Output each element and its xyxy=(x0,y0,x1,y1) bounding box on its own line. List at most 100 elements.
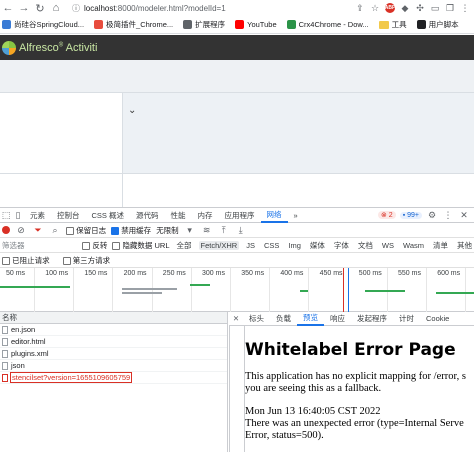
folder-icon xyxy=(378,20,389,29)
chevron-down-icon[interactable]: ⌄ xyxy=(128,105,136,116)
copy-icon[interactable]: ❐ xyxy=(445,3,455,13)
settings-gear-icon[interactable]: ⚙ xyxy=(426,210,438,221)
type-filter-other[interactable]: 其他 xyxy=(455,240,474,251)
type-filter-wasm[interactable]: Wasm xyxy=(401,241,426,250)
disable-cache-checkbox[interactable]: 禁用缓存 xyxy=(111,225,151,236)
request-row[interactable]: plugins.xml xyxy=(0,348,227,360)
type-filter-css[interactable]: CSS xyxy=(262,241,281,250)
timeline-tick-label: 450 ms xyxy=(319,270,343,277)
type-filter-fetch-xhr[interactable]: Fetch/XHR xyxy=(198,240,240,250)
bookmark-item[interactable]: YouTube xyxy=(235,20,277,29)
error-count-badge[interactable]: ⊗ 2 xyxy=(377,211,396,219)
third-party-checkbox[interactable]: 第三方请求 xyxy=(62,255,110,266)
back-icon[interactable]: ← xyxy=(0,0,16,16)
request-row[interactable]: json xyxy=(0,360,227,372)
address-bar[interactable]: ⓘ localhost :8000/modeler.html?modelId=1 xyxy=(72,1,322,15)
tab-headers[interactable]: 标头 xyxy=(243,312,270,326)
tab-console[interactable]: 控制台 xyxy=(51,208,86,223)
adblock-extension-icon[interactable]: ABP xyxy=(385,3,395,13)
tab-application[interactable]: 应用程序 xyxy=(219,208,261,223)
tab-performance[interactable]: 性能 xyxy=(165,208,192,223)
wifi-icon[interactable]: ≋ xyxy=(201,225,213,236)
request-row[interactable]: en.json xyxy=(0,324,227,336)
filter-input[interactable]: 筛选器 xyxy=(2,240,77,251)
preview-document: Whitelabel Error Page This application h… xyxy=(244,326,474,452)
tab-initiator[interactable]: 发起程序 xyxy=(351,312,393,326)
filter-icon[interactable]: ⏷ xyxy=(32,225,44,236)
network-timeline-overview[interactable]: 50 ms 100 ms 150 ms 200 ms 250 ms 300 ms 350 m… xyxy=(0,268,474,312)
tab-cookies[interactable]: Cookie xyxy=(420,312,455,326)
forward-icon[interactable]: → xyxy=(16,0,32,16)
chevron-down-icon[interactable]: ▾ xyxy=(184,225,196,236)
tab-payload[interactable]: 负载 xyxy=(270,312,297,326)
column-header-name[interactable]: 名称 xyxy=(0,312,227,324)
filter-bar: 筛选器 反转 隐藏数据 URL 全部 Fetch/XHR JS CSS Img … xyxy=(0,238,474,253)
type-filter-all[interactable]: 全部 xyxy=(175,240,194,251)
type-filter-media[interactable]: 媒体 xyxy=(308,240,327,251)
invert-checkbox[interactable]: 反转 xyxy=(82,240,107,251)
timeline-tick-label: 100 ms xyxy=(45,270,69,277)
type-filter-img[interactable]: Img xyxy=(286,241,303,250)
error-text-line: There was an unexpected error (type=Inte… xyxy=(245,418,464,429)
sidebar-icon[interactable]: ▭ xyxy=(430,3,440,13)
detail-tabbar: ✕ 标头 负载 预览 响应 发起程序 计时 Cookie xyxy=(229,312,474,326)
file-icon xyxy=(2,361,8,370)
bookmark-folder[interactable]: 工具 xyxy=(378,19,407,30)
upload-icon[interactable]: ⤒ xyxy=(218,225,230,236)
puzzle-icon[interactable]: ✣ xyxy=(415,3,425,13)
bookmark-item[interactable]: 尚硅谷SpringCloud... xyxy=(2,19,84,30)
request-row-error[interactable]: stencilset?version=1655109605759 xyxy=(0,372,227,384)
bookmark-item[interactable]: 极简插件_Chrome... xyxy=(94,19,173,30)
reload-icon[interactable]: ↻ xyxy=(32,0,48,16)
blocked-requests-checkbox[interactable]: 已阻止请求 xyxy=(2,255,50,266)
tab-css-overview[interactable]: CSS 概述 xyxy=(86,208,131,223)
extension-icon[interactable]: ◆ xyxy=(400,3,410,13)
timeline-tick-label: 500 ms xyxy=(358,270,382,277)
clear-icon[interactable]: ⊘ xyxy=(15,225,27,236)
inspect-icon[interactable]: ⬚ xyxy=(0,210,12,221)
bookmark-favicon-icon xyxy=(94,20,104,29)
devtools-panel: ⬚ ▯ 元素 控制台 CSS 概述 源代码 性能 内存 应用程序 网络 » ⊗ … xyxy=(0,207,474,466)
preserve-log-checkbox[interactable]: 保留日志 xyxy=(66,225,106,236)
bookmark-item[interactable]: 扩展程序 xyxy=(183,19,225,30)
search-icon[interactable]: ⌕ xyxy=(49,225,61,236)
timeline-tick-label: 600 ms xyxy=(437,270,461,277)
lock-icon: ⓘ xyxy=(72,3,80,13)
close-icon[interactable]: ✕ xyxy=(458,210,470,221)
canvas-stage[interactable]: ⌄ xyxy=(122,93,474,174)
request-row[interactable]: editor.html xyxy=(0,336,227,348)
tab-memory[interactable]: 内存 xyxy=(192,208,219,223)
message-count-badge[interactable]: ▪ 99+ xyxy=(399,211,422,219)
home-icon[interactable]: ⌂ xyxy=(48,0,64,16)
tab-timing[interactable]: 计时 xyxy=(393,312,420,326)
timeline-tick-label: 50 ms xyxy=(6,270,26,277)
tab-elements[interactable]: 元素 xyxy=(24,208,51,223)
download-icon[interactable]: ⤓ xyxy=(235,225,247,236)
tab-preview[interactable]: 预览 xyxy=(297,312,324,326)
bookmark-item[interactable]: Crx4Chrome - Dow... xyxy=(286,20,369,29)
tab-sources[interactable]: 源代码 xyxy=(130,208,165,223)
record-icon[interactable] xyxy=(2,226,10,234)
type-filter-font[interactable]: 字体 xyxy=(332,240,351,251)
type-filter-ws[interactable]: WS xyxy=(380,241,396,250)
tab-response[interactable]: 响应 xyxy=(324,312,351,326)
timeline-tick-label: 550 ms xyxy=(398,270,421,277)
modeler-canvas: ⌄ xyxy=(0,60,474,207)
type-filter-doc[interactable]: 文档 xyxy=(356,240,375,251)
kebab-menu-icon[interactable]: ⋮ xyxy=(442,210,454,221)
type-filter-js[interactable]: JS xyxy=(244,241,257,250)
hide-data-urls-checkbox[interactable]: 隐藏数据 URL xyxy=(112,240,170,251)
bookmark-item[interactable]: 用户脚本 xyxy=(416,19,459,30)
more-tabs-button[interactable]: » xyxy=(288,208,304,223)
timeline-gridline xyxy=(151,268,153,312)
throttle-select[interactable]: 无限制 xyxy=(156,225,179,236)
menu-icon[interactable]: ⋮ xyxy=(460,3,470,13)
device-toggle-icon[interactable]: ▯ xyxy=(12,210,24,221)
type-filter-manifest[interactable]: 清单 xyxy=(431,240,450,251)
bookmark-star-icon[interactable]: ☆ xyxy=(370,3,380,13)
share-icon[interactable]: ⇪ xyxy=(355,3,365,13)
timeline-gridline xyxy=(230,268,231,312)
tab-network[interactable]: 网络 xyxy=(260,208,288,223)
timeline-gridline xyxy=(269,268,271,312)
close-detail-icon[interactable]: ✕ xyxy=(229,314,243,323)
